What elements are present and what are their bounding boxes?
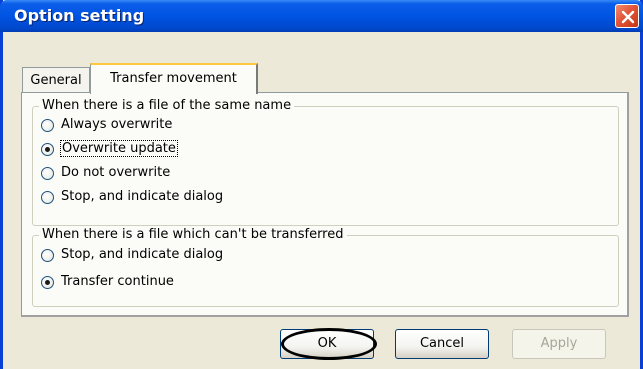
- close-button[interactable]: [615, 4, 639, 28]
- title-bar[interactable]: Option setting: [0, 0, 643, 32]
- radio-overwrite-update-label: Overwrite update: [60, 140, 178, 157]
- groupbox-cant-transfer-label: When there is a file which can't be tran…: [39, 227, 347, 242]
- radio-transfer-continue-label: Transfer continue: [61, 274, 174, 289]
- groupbox-cant-transfer: When there is a file which can't be tran…: [32, 227, 619, 307]
- window-title: Option setting: [14, 6, 145, 25]
- ok-button[interactable]: OK: [280, 329, 374, 359]
- radio-selected-dot: [45, 147, 50, 152]
- tab-transfer-movement-label: Transfer movement: [110, 71, 237, 86]
- radio-do-not-overwrite-label: Do not overwrite: [61, 165, 171, 180]
- radio-always-overwrite-label: Always overwrite: [61, 117, 173, 132]
- close-icon: [621, 10, 635, 24]
- tab-panel-transfer-movement: When there is a file of the same name Al…: [21, 92, 629, 317]
- apply-button[interactable]: Apply: [512, 329, 606, 359]
- radio-button-unchecked[interactable]: [41, 167, 54, 180]
- tab-general[interactable]: General: [22, 67, 90, 93]
- radio-button-unchecked[interactable]: [41, 191, 54, 204]
- radio-button-unchecked[interactable]: [41, 119, 54, 132]
- radio-button-unchecked[interactable]: [41, 249, 54, 262]
- tab-transfer-movement[interactable]: Transfer movement: [90, 63, 258, 94]
- tab-general-label: General: [30, 73, 82, 88]
- radio-button-checked[interactable]: [41, 143, 54, 156]
- radio-selected-dot: [45, 280, 50, 285]
- radio-stop-indicate-dialog-1-label: Stop, and indicate dialog: [61, 189, 224, 204]
- radio-stop-indicate-dialog-2-label: Stop, and indicate dialog: [61, 247, 224, 262]
- groupbox-same-name-label: When there is a file of the same name: [39, 98, 295, 113]
- cancel-button[interactable]: Cancel: [395, 329, 489, 359]
- groupbox-same-name: When there is a file of the same name Al…: [32, 98, 619, 226]
- radio-button-checked[interactable]: [41, 276, 54, 289]
